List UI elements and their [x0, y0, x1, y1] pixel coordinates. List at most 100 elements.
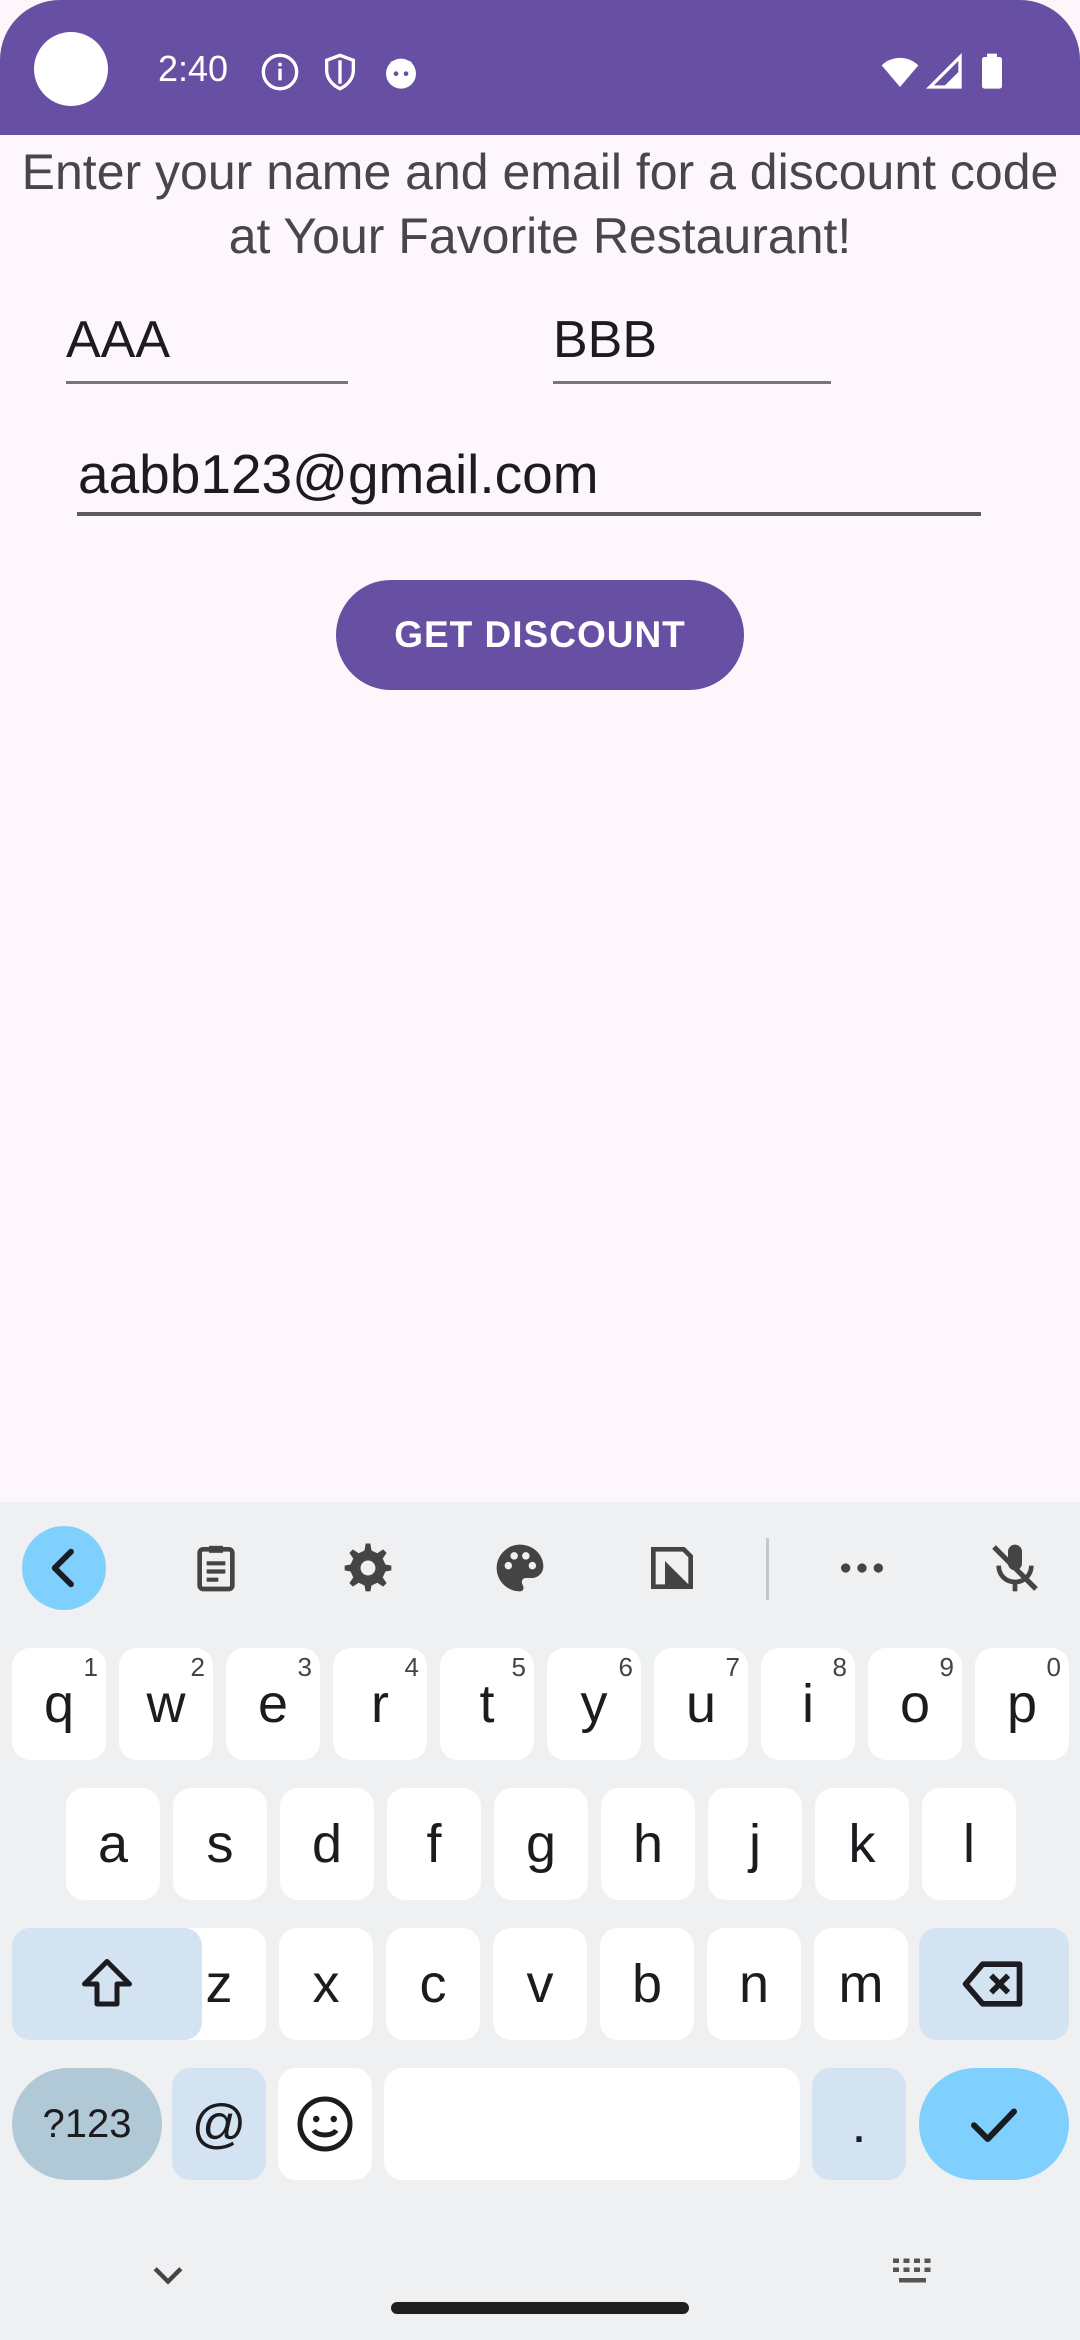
camera-cutout: [34, 32, 108, 106]
key-hint: 2: [190, 1652, 205, 1682]
wifi-icon: [880, 52, 920, 92]
key-u[interactable]: u7: [654, 1648, 748, 1760]
key-t[interactable]: t5: [440, 1648, 534, 1760]
key-label: m: [838, 1954, 884, 2014]
shield-icon: [320, 52, 360, 92]
symbols-key[interactable]: ?123: [12, 2068, 162, 2180]
key-v[interactable]: v: [493, 1928, 587, 2040]
key-label: h: [632, 1814, 664, 1874]
emoji-icon: [297, 2096, 353, 2152]
palette-icon[interactable]: [478, 1526, 562, 1610]
info-icon: [260, 52, 300, 92]
battery-icon: [972, 52, 1012, 92]
space-key[interactable]: [384, 2068, 800, 2180]
key-label: d: [311, 1814, 343, 1874]
enter-key[interactable]: [919, 2068, 1069, 2180]
clipboard-icon[interactable]: [174, 1526, 258, 1610]
discount-prompt: Enter your name and email for a discount…: [21, 144, 1059, 264]
key-label: x: [312, 1954, 340, 2014]
key-label: j: [749, 1814, 761, 1874]
mic-off-icon[interactable]: [973, 1526, 1057, 1610]
key-s[interactable]: s: [173, 1788, 267, 1900]
key-e[interactable]: e3: [226, 1648, 320, 1760]
android-face-icon: [381, 52, 421, 92]
key-h[interactable]: h: [601, 1788, 695, 1900]
key-k[interactable]: k: [815, 1788, 909, 1900]
key-label: b: [631, 1954, 663, 2014]
key-label: s: [206, 1814, 234, 1874]
more-icon[interactable]: [820, 1526, 904, 1610]
shift-key[interactable]: [12, 1928, 202, 2040]
key-r[interactable]: r4: [333, 1648, 427, 1760]
key-o[interactable]: o9: [868, 1648, 962, 1760]
last-name-underline: [553, 381, 831, 384]
crop-icon[interactable]: [630, 1526, 714, 1610]
keyboard-switch-icon[interactable]: [890, 2254, 938, 2290]
period-key[interactable]: .: [812, 2068, 906, 2180]
backspace-key[interactable]: [919, 1928, 1069, 2040]
key-label: g: [525, 1814, 557, 1874]
cellular-signal-icon: [925, 52, 965, 92]
key-y[interactable]: y6: [547, 1648, 641, 1760]
key-label: i: [802, 1674, 814, 1734]
first-name-field[interactable]: [66, 305, 346, 375]
key-c[interactable]: c: [386, 1928, 480, 2040]
key-i[interactable]: i8: [761, 1648, 855, 1760]
key-hint: 6: [618, 1652, 633, 1682]
email-underline: [77, 512, 981, 516]
key-label: c: [419, 1954, 447, 2014]
key-label: a: [97, 1814, 129, 1874]
keyboard-toolbar: [0, 1502, 1080, 1632]
last-name-field[interactable]: [553, 305, 833, 375]
key-label: l: [963, 1814, 975, 1874]
key-d[interactable]: d: [280, 1788, 374, 1900]
gear-icon[interactable]: [326, 1526, 410, 1610]
key-w[interactable]: w2: [119, 1648, 213, 1760]
status-time: 2:40: [158, 48, 229, 89]
key-x[interactable]: x: [279, 1928, 373, 2040]
shift-icon: [82, 1959, 132, 2007]
key-label: q: [43, 1674, 75, 1734]
key-a[interactable]: a: [66, 1788, 160, 1900]
key-label: f: [426, 1814, 442, 1874]
key-label: k: [848, 1814, 876, 1874]
key-p[interactable]: p0: [975, 1648, 1069, 1760]
key-label: e: [257, 1674, 289, 1734]
key-g[interactable]: g: [494, 1788, 588, 1900]
key-q[interactable]: q1: [12, 1648, 106, 1760]
key-label: t: [479, 1674, 495, 1734]
key-l[interactable]: l: [922, 1788, 1016, 1900]
key-label: u: [685, 1674, 717, 1734]
key-label: n: [738, 1954, 770, 2014]
first-name-underline: [66, 381, 348, 384]
key-label: z: [205, 1954, 233, 2014]
at-key[interactable]: @: [172, 2068, 266, 2180]
key-hint: 0: [1046, 1652, 1061, 1682]
key-label: w: [146, 1674, 186, 1734]
key-b[interactable]: b: [600, 1928, 694, 2040]
key-hint: 7: [725, 1652, 740, 1682]
key-hint: 1: [83, 1652, 98, 1682]
key-label: y: [580, 1674, 608, 1734]
get-discount-button[interactable]: GET DISCOUNT: [336, 580, 744, 690]
key-label: o: [899, 1674, 931, 1734]
toolbar-divider: [766, 1538, 769, 1600]
key-label: p: [1006, 1674, 1038, 1734]
status-bar: 2:40: [0, 0, 1080, 135]
hide-keyboard-chevron-icon[interactable]: [146, 2254, 190, 2298]
back-icon[interactable]: [22, 1526, 106, 1610]
key-hint: 8: [832, 1652, 847, 1682]
key-hint: 3: [297, 1652, 312, 1682]
key-hint: 5: [511, 1652, 526, 1682]
email-field[interactable]: [78, 437, 978, 511]
key-n[interactable]: n: [707, 1928, 801, 2040]
emoji-key[interactable]: [278, 2068, 372, 2180]
key-m[interactable]: m: [814, 1928, 908, 2040]
key-j[interactable]: j: [708, 1788, 802, 1900]
key-hint: 4: [404, 1652, 419, 1682]
home-gesture-bar[interactable]: [391, 2302, 689, 2314]
key-hint: 9: [939, 1652, 954, 1682]
backspace-icon: [962, 1961, 1023, 2007]
key-label: v: [526, 1954, 554, 2014]
key-f[interactable]: f: [387, 1788, 481, 1900]
